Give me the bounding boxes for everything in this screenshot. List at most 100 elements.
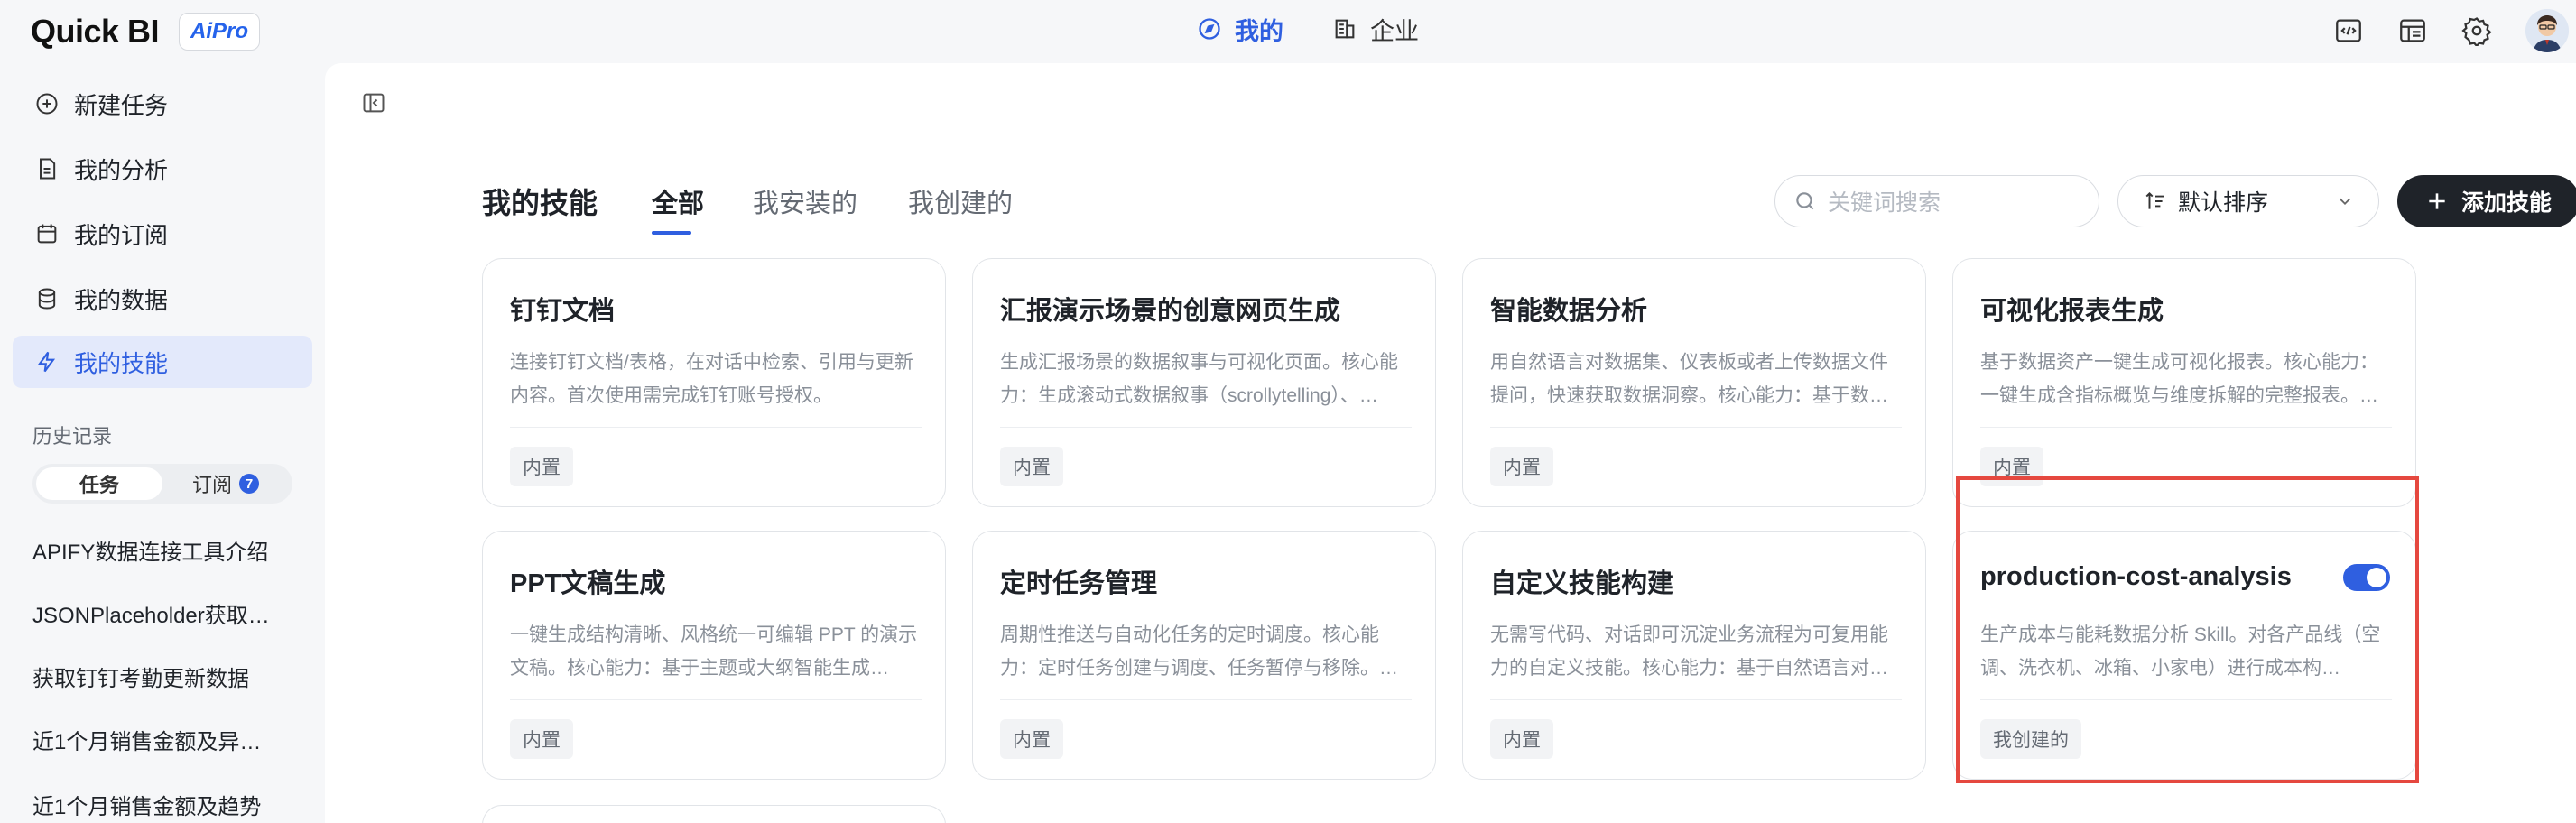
sidebar-item-my-data[interactable]: 我的数据 (13, 273, 312, 325)
skill-card-production-cost[interactable]: production-cost-analysis 生产成本与能耗数据分析 Ski… (1952, 531, 2416, 780)
skill-card[interactable]: 汇报演示场景的创意网页生成 生成汇报场景的数据叙事与可视化页面。核心能力：生成滚… (972, 258, 1436, 507)
history-item[interactable]: JSONPlaceholder获取… (32, 597, 285, 629)
card-tag: 内置 (1000, 719, 1063, 759)
chevron-down-icon (2339, 198, 2351, 206)
sidebar-item-label: 我的数据 (74, 286, 169, 314)
card-tag: 内置 (1490, 447, 1553, 486)
active-tab-underline (652, 231, 691, 235)
history-tab-label: 任务 (79, 474, 119, 496)
card-description: 无需写代码、对话即可沉淀业务流程为可复用能力的自定义技能。核心能力：基于自然语言… (1490, 624, 1888, 679)
lightning-icon (37, 351, 56, 373)
tab-created[interactable]: 我创建的 (908, 182, 1013, 220)
card-divider (1490, 427, 1902, 428)
skill-card-partial[interactable] (482, 805, 946, 823)
card-tag: 我创建的 (1980, 719, 2081, 759)
history-tab-subscriptions[interactable]: 订阅 7 (162, 467, 289, 500)
sidebar-item-label: 我的订阅 (74, 221, 169, 249)
logo-text: Quick BI (31, 13, 160, 50)
sidebar-item-my-skills[interactable]: 我的技能 (13, 336, 312, 388)
sort-label: 默认排序 (2178, 190, 2269, 216)
search-input[interactable]: 关键词搜索 (1774, 175, 2099, 227)
history-item[interactable]: APIFY数据连接工具介绍 (32, 534, 285, 566)
building-icon (1335, 19, 1355, 39)
plus-circle-icon (36, 93, 58, 115)
code-window-icon[interactable] (2333, 15, 2364, 46)
card-tag: 内置 (1000, 447, 1063, 486)
skill-card[interactable]: PPT文稿生成 一键生成结构清晰、风格统一可编辑 PPT 的演示文稿。核心能力：… (482, 531, 946, 780)
database-icon (38, 288, 56, 310)
dashboard-icon[interactable] (2397, 15, 2428, 46)
card-divider (510, 699, 922, 700)
tab-installed[interactable]: 我安装的 (753, 182, 857, 220)
card-tag: 内置 (1490, 719, 1553, 759)
history-title: 历史记录 (32, 425, 113, 448)
card-description: 一键生成结构清晰、风格统一可编辑 PPT 的演示文稿。核心能力：基于主题或大纲智… (510, 624, 918, 679)
add-skill-button[interactable]: 添加技能 (2397, 175, 2576, 227)
skill-card[interactable]: 钉钉文档 连接钉钉文档/表格，在对话中检索、引用与更新内容。首次使用需完成钉钉账… (482, 258, 946, 507)
logo[interactable]: Quick BI AiPro (31, 13, 261, 51)
skill-card[interactable]: 定时任务管理 周期性推送与自动化任务的定时调度。核心能力：定时任务创建与调度、任… (972, 531, 1436, 780)
page-title: 我的技能 (482, 187, 598, 219)
card-title: 定时任务管理 (1000, 569, 1158, 598)
skills-header: 我的技能 全部 我安装的 我创建的 关键词搜索 默认排序 添加技能 (482, 175, 2576, 238)
history-tab-tasks[interactable]: 任务 (36, 467, 162, 500)
compass-icon (1199, 18, 1220, 40)
history-item[interactable]: 近1个月销售金额及趋势 (32, 789, 285, 820)
card-description: 用自然语言对数据集、仪表板或者上传数据文件提问，快速获取数据洞察。核心能力：基于… (1490, 352, 1888, 406)
card-divider (1980, 427, 2392, 428)
sidebar-item-my-analysis[interactable]: 我的分析 (13, 143, 312, 195)
sidebar-item-my-subscription[interactable]: 我的订阅 (13, 208, 312, 260)
card-description: 基于数据资产一键生成可视化报表。核心能力：一键生成含指标概览与维度拆解的完整报表… (1980, 352, 2378, 406)
card-tag: 内置 (510, 447, 573, 486)
history-tab-label: 订阅 (191, 474, 232, 496)
search-placeholder: 关键词搜索 (1828, 190, 1941, 216)
document-icon (40, 158, 56, 180)
count-badge: 7 (239, 474, 259, 494)
collapse-sidebar-icon[interactable] (361, 90, 386, 116)
skill-card[interactable]: 可视化报表生成 基于数据资产一键生成可视化报表。核心能力：一键生成含指标概览与维… (1952, 258, 2416, 507)
skill-enable-toggle[interactable] (2343, 564, 2390, 591)
card-title: 自定义技能构建 (1490, 569, 1674, 598)
nav-mine-label: 我的 (1235, 17, 1283, 45)
card-title: PPT文稿生成 (510, 569, 666, 598)
search-icon (1796, 192, 1814, 210)
card-title: production-cost-analysis (1980, 562, 2292, 591)
user-avatar[interactable] (2525, 9, 2569, 52)
card-divider (1980, 699, 2392, 700)
card-divider (1000, 699, 1412, 700)
nav-enterprise-label: 企业 (1370, 17, 1419, 45)
sidebar: 新建任务 我的分析 我的订阅 我的数据 我的技能 历史记录 任务 订阅 7 AP… (0, 61, 325, 823)
sidebar-item-label: 我的分析 (74, 156, 169, 184)
nav-enterprise[interactable]: 企业 (1332, 11, 1419, 47)
tab-all[interactable]: 全部 (652, 182, 704, 220)
card-title: 汇报演示场景的创意网页生成 (1000, 297, 1341, 326)
card-description: 生产成本与能耗数据分析 Skill。对各产品线（空调、洗衣机、冰箱、小家电）进行… (1980, 624, 2381, 679)
card-title: 钉钉文档 (510, 297, 616, 326)
sort-icon (2145, 191, 2164, 209)
gear-icon[interactable] (2461, 15, 2492, 46)
add-skill-label: 添加技能 (2460, 190, 2552, 216)
card-divider (1000, 427, 1412, 428)
skill-card[interactable]: 自定义技能构建 无需写代码、对话即可沉淀业务流程为可复用能力的自定义技能。核心能… (1462, 531, 1926, 780)
history-item[interactable]: 近1个月销售金额及异… (32, 724, 285, 755)
top-nav: 我的 企业 (1197, 11, 1419, 47)
avatar-illustration-icon (2525, 9, 2569, 52)
card-tag: 内置 (1980, 447, 2043, 486)
card-title: 智能数据分析 (1490, 297, 1648, 326)
history-segmented-control: 任务 订阅 7 (32, 464, 292, 504)
card-description: 生成汇报场景的数据叙事与可视化页面。核心能力：生成滚动式数据叙事（scrolly… (1000, 352, 1398, 406)
nav-mine[interactable]: 我的 (1197, 11, 1283, 47)
top-right-tools (2333, 9, 2576, 52)
sidebar-item-label: 新建任务 (74, 91, 169, 119)
plus-icon (2429, 193, 2445, 209)
card-title: 可视化报表生成 (1980, 297, 2164, 326)
history-item[interactable]: 获取钉钉考勤更新数据 (32, 661, 285, 692)
card-description: 周期性推送与自动化任务的定时调度。核心能力：定时任务创建与调度、任务暂停与移除。… (1000, 624, 1398, 679)
sidebar-item-label: 我的技能 (74, 349, 169, 377)
sort-dropdown[interactable]: 默认排序 (2117, 175, 2379, 227)
card-divider (510, 427, 922, 428)
skill-card[interactable]: 智能数据分析 用自然语言对数据集、仪表板或者上传数据文件提问，快速获取数据洞察。… (1462, 258, 1926, 507)
sidebar-item-new-task[interactable]: 新建任务 (13, 78, 312, 130)
card-tag: 内置 (510, 719, 573, 759)
main-panel: 我的技能 全部 我安装的 我创建的 关键词搜索 默认排序 添加技能 钉钉文档 连… (325, 63, 2576, 823)
